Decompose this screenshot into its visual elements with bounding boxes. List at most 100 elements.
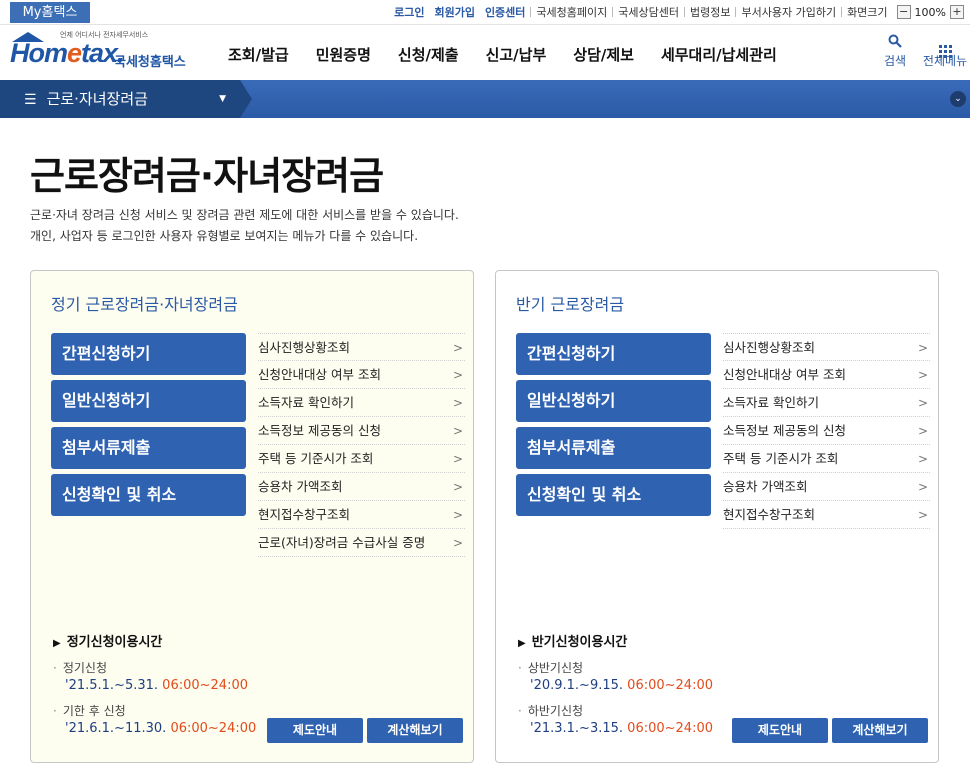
chevron-right-icon: > — [452, 480, 463, 494]
link-local-desk[interactable]: 현지접수창구조회 > — [258, 501, 465, 529]
hamburger-icon: ☰ — [24, 92, 37, 108]
panel-title: 정기 근로장려금·자녀장려금 — [51, 295, 238, 314]
schedule-value: '20.9.1.~9.15. 06:00~24:00 — [518, 678, 713, 693]
info-buttons: 제도안내 계산해보기 — [728, 718, 928, 743]
chevron-right-icon: > — [917, 368, 928, 382]
cert-center-link[interactable]: 인증센터 — [480, 4, 530, 20]
schedule-item: 정기신청 '21.5.1.~5.31. 06:00~24:00 — [53, 659, 256, 693]
link-income-data[interactable]: 소득자료 확인하기 > — [258, 389, 465, 417]
nts-counsel-link[interactable]: 국세상담센터 — [613, 4, 684, 20]
signup-link[interactable]: 회원가입 — [429, 4, 479, 20]
main-menu: 조회/발급 민원증명 신청/제출 신고/납부 상담/제보 세무대리/납세관리 — [228, 44, 804, 65]
my-hometax-button[interactable]: My홈택스 — [10, 2, 90, 23]
search-icon — [870, 34, 920, 52]
link-review-status[interactable]: 심사진행상황조회 > — [723, 333, 930, 361]
link-label: 심사진행상황조회 — [723, 340, 816, 355]
chevron-right-icon: > — [452, 341, 463, 355]
quick-links: 심사진행상황조회 > 신청안내대상 여부 조회 > 소득자료 확인하기 > 소득정보 … — [258, 333, 465, 557]
link-receipt-proof[interactable]: 근로(자녀)장려금 수급사실 증명 > — [258, 529, 465, 557]
check-cancel-button[interactable]: 신청확인 및 취소 — [516, 474, 711, 516]
schedule-label: 상반기신청 — [518, 659, 713, 676]
chevron-right-icon: > — [917, 508, 928, 522]
general-apply-button[interactable]: 일반신청하기 — [516, 380, 711, 422]
header: 언제 어디서나 전자세무서비스 Hometax. 국세청홈택스 조회/발급 민원… — [0, 26, 970, 80]
system-info-button[interactable]: 제도안내 — [267, 718, 363, 743]
link-car-value[interactable]: 승용차 가액조회 > — [258, 473, 465, 501]
chevron-right-icon: > — [452, 424, 463, 438]
link-label: 소득정보 제공동의 신청 — [723, 423, 846, 438]
link-label: 주택 등 기준시가 조회 — [723, 451, 839, 466]
link-house-price[interactable]: 주택 등 기준시가 조회 > — [258, 445, 465, 473]
link-label: 신청안내대상 여부 조회 — [258, 367, 381, 382]
link-label: 현지접수창구조회 — [258, 507, 351, 522]
calculate-button[interactable]: 계산해보기 — [832, 718, 928, 743]
logo-text-e: e — [67, 38, 82, 68]
all-menu-label: 전체메뉴 — [922, 54, 968, 68]
half-year-incentive-panel: 반기 근로장려금 간편신청하기 일반신청하기 첨부서류제출 신청확인 및 취소 … — [495, 270, 939, 763]
link-label: 심사진행상황조회 — [258, 340, 351, 355]
utility-bar: My홈택스 로그인 회원가입 인증센터 국세청홈페이지 국세상담센터 법령정보 … — [0, 0, 970, 25]
general-apply-button[interactable]: 일반신청하기 — [51, 380, 246, 422]
dept-user-signup-link[interactable]: 부서사용자 가입하기 — [736, 4, 841, 20]
description-line-1: 근로·자녀 장려금 신청 서비스 및 장려금 관련 제도에 대한 서비스를 받을… — [30, 208, 459, 222]
all-menu-button[interactable]: 전체메뉴 — [920, 34, 970, 69]
schedule-value: '21.5.1.~5.31. 06:00~24:00 — [53, 678, 256, 693]
schedule-date: '20.9.1.~9.15. — [530, 678, 624, 693]
logo-text-a: Hom — [10, 38, 68, 68]
search-label: 검색 — [883, 54, 907, 68]
link-income-consent[interactable]: 소득정보 제공동의 신청 > — [258, 417, 465, 445]
chevron-right-icon: > — [452, 368, 463, 382]
menu-report-pay[interactable]: 신고/납부 — [486, 44, 547, 65]
calculate-button[interactable]: 계산해보기 — [367, 718, 463, 743]
menu-counsel-tip[interactable]: 상담/제보 — [573, 44, 634, 65]
menu-inquiry-issue[interactable]: 조회/발급 — [228, 44, 289, 65]
submit-documents-button[interactable]: 첨부서류제출 — [516, 427, 711, 469]
menu-civil-certificate[interactable]: 민원증명 — [316, 44, 371, 65]
link-eligibility-check[interactable]: 신청안내대상 여부 조회 > — [258, 361, 465, 389]
description-line-2: 개인, 사업자 등 로그인한 사용자 유형별로 보여지는 메뉴가 다를 수 있습… — [30, 229, 419, 243]
expand-toggle-icon[interactable]: ⌄ — [950, 91, 966, 107]
menu-tax-agent[interactable]: 세무대리/납세관리 — [661, 44, 777, 65]
zoom-in-button[interactable]: + — [950, 5, 964, 19]
submit-documents-button[interactable]: 첨부서류제출 — [51, 427, 246, 469]
link-income-data[interactable]: 소득자료 확인하기 > — [723, 389, 930, 417]
law-info-link[interactable]: 법령정보 — [685, 4, 735, 20]
panel-title: 반기 근로장려금 — [516, 295, 625, 314]
action-buttons: 간편신청하기 일반신청하기 첨부서류제출 신청확인 및 취소 — [516, 333, 711, 521]
chevron-right-icon: > — [917, 424, 928, 438]
system-info-button[interactable]: 제도안내 — [732, 718, 828, 743]
schedule-date: '21.6.1.~11.30. — [65, 721, 167, 736]
quick-links: 심사진행상황조회 > 신청안내대상 여부 조회 > 소득자료 확인하기 > 소득정보 … — [723, 333, 930, 529]
schedule-title: 정기신청이용시간 — [53, 631, 256, 650]
menu-apply-submit[interactable]: 신청/제출 — [398, 44, 459, 65]
chevron-right-icon: > — [452, 508, 463, 522]
link-label: 승용차 가액조회 — [258, 479, 343, 494]
simple-apply-button[interactable]: 간편신청하기 — [516, 333, 711, 375]
schedule-title: 반기신청이용시간 — [518, 631, 713, 650]
chevron-right-icon: > — [452, 536, 463, 550]
simple-apply-button[interactable]: 간편신청하기 — [51, 333, 246, 375]
login-link[interactable]: 로그인 — [389, 4, 429, 20]
hometax-logo[interactable]: 언제 어디서나 전자세무서비스 Hometax. 국세청홈택스 — [10, 30, 190, 74]
chevron-right-icon: > — [917, 480, 928, 494]
link-local-desk[interactable]: 현지접수창구조회 > — [723, 501, 930, 529]
check-cancel-button[interactable]: 신청확인 및 취소 — [51, 474, 246, 516]
logo-korean: 국세청홈택스 — [114, 55, 186, 70]
link-eligibility-check[interactable]: 신청안내대상 여부 조회 > — [723, 361, 930, 389]
link-car-value[interactable]: 승용차 가액조회 > — [723, 473, 930, 501]
link-review-status[interactable]: 심사진행상황조회 > — [258, 333, 465, 361]
search-button[interactable]: 검색 — [870, 34, 920, 69]
link-income-consent[interactable]: 소득정보 제공동의 신청 > — [723, 417, 930, 445]
schedule: 정기신청이용시간 정기신청 '21.5.1.~5.31. 06:00~24:00… — [53, 631, 256, 736]
zoom-out-button[interactable]: − — [896, 5, 911, 19]
current-menu-selector[interactable]: ☰ 근로·자녀장려금 ▼ — [0, 80, 252, 118]
chevron-right-icon: > — [452, 452, 463, 466]
link-house-price[interactable]: 주택 등 기준시가 조회 > — [723, 445, 930, 473]
link-label: 소득자료 확인하기 — [258, 395, 354, 410]
nts-homepage-link[interactable]: 국세청홈페이지 — [531, 4, 612, 20]
grid-menu-icon — [920, 34, 970, 58]
schedule-time: 06:00~24:00 — [170, 721, 257, 736]
schedule-label: 하반기신청 — [518, 702, 713, 719]
schedule-value: '21.3.1.~3.15. 06:00~24:00 — [518, 721, 713, 736]
link-label: 근로(자녀)장려금 수급사실 증명 — [258, 535, 426, 550]
